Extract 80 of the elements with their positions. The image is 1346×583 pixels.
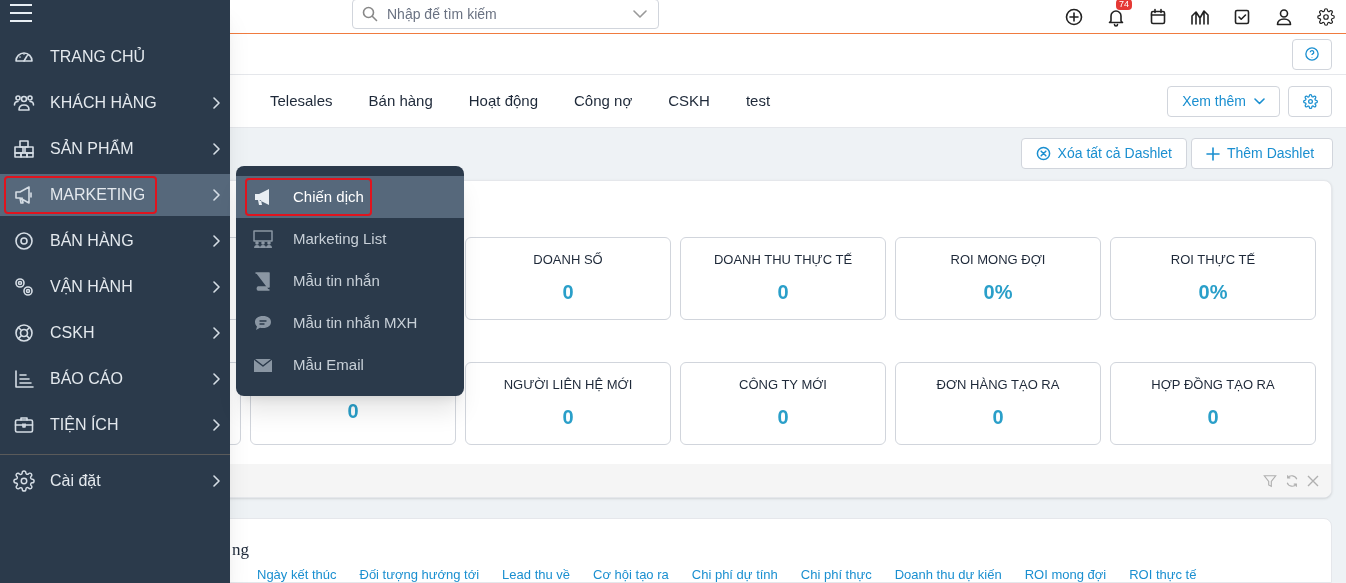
add-icon[interactable] xyxy=(1064,6,1084,27)
stat-value: 0 xyxy=(347,398,359,424)
stat-value: 0 xyxy=(777,405,789,431)
help-icon xyxy=(1305,47,1319,61)
stat-label: CÔNG TY MỚI xyxy=(739,375,827,394)
lifebuoy-icon xyxy=(13,322,35,344)
stat-label: HỢP ĐỒNG TẠO RA xyxy=(1151,375,1275,394)
menu-icon[interactable] xyxy=(9,3,33,23)
stat-label: DOANH THU THỰC TẾ xyxy=(713,250,853,269)
sidebar-item[interactable]: TRANG CHỦ xyxy=(0,36,230,78)
help-button[interactable] xyxy=(1292,38,1332,70)
gears-icon xyxy=(13,276,35,298)
highlight-outline: Chiến dịch xyxy=(245,178,372,216)
column-header[interactable]: Cơ hội tạo ra xyxy=(593,565,669,583)
calendar-icon[interactable] xyxy=(1148,6,1168,27)
bar-chart-icon xyxy=(13,368,35,390)
stat-value: 0 xyxy=(562,280,574,306)
add-dashlet-button[interactable]: Thêm Dashlet xyxy=(1191,138,1333,169)
tab[interactable]: Bán hàng xyxy=(350,75,451,127)
settings-icon xyxy=(13,470,35,492)
notification-count-badge: 74 xyxy=(1116,0,1132,10)
submenu-item[interactable]: Mẫu Email xyxy=(236,344,464,386)
chevron-down-icon[interactable] xyxy=(633,8,647,19)
tab[interactable]: Hoạt động xyxy=(450,75,556,127)
column-header[interactable]: Đối tượng hướng tới xyxy=(359,565,480,583)
stat-value: 0% xyxy=(1198,280,1228,306)
tab[interactable]: Telesales xyxy=(252,75,351,127)
search-icon xyxy=(362,5,378,22)
highlight-outline: MARKETING xyxy=(4,176,158,214)
plus-icon xyxy=(1206,146,1220,161)
user-icon[interactable] xyxy=(1274,6,1294,27)
remove-icon xyxy=(1035,146,1051,161)
tab-settings-button[interactable] xyxy=(1288,85,1332,117)
column-header[interactable]: Chi phí dự tính xyxy=(691,565,778,583)
stat-label: ROI THỰC TẾ xyxy=(1170,250,1256,269)
settings-icon[interactable] xyxy=(1317,7,1335,26)
boxes-icon xyxy=(13,138,35,160)
sidebar-item[interactable]: BÁN HÀNG xyxy=(0,220,230,262)
briefcase-icon xyxy=(13,414,35,436)
column-header[interactable]: Lead thu về xyxy=(502,565,571,583)
stat-label: ROI MONG ĐỢI xyxy=(950,250,1046,269)
column-header[interactable]: ROI mong đợi xyxy=(1024,565,1107,583)
sidebar-item[interactable]: VẬN HÀNH xyxy=(0,266,230,308)
tab[interactable]: test xyxy=(727,75,789,127)
target-icon xyxy=(13,230,35,252)
search-field[interactable]: Nhập để tìm kiếm xyxy=(352,0,659,29)
submenu-item[interactable]: Mẫu tin nhắn MXH xyxy=(236,302,464,344)
column-header[interactable]: Ngày kết thúc xyxy=(257,565,337,583)
sidebar-item[interactable]: BÁO CÁO xyxy=(0,358,230,400)
tab[interactable]: CSKH xyxy=(650,75,728,127)
megaphone-icon xyxy=(13,184,35,206)
sidebar-item[interactable]: Cài đặt xyxy=(0,460,230,502)
more-dropdown[interactable]: Xem thêm xyxy=(1167,85,1280,117)
stat-value: 0 xyxy=(1207,405,1219,431)
stat-value: 0% xyxy=(983,280,1013,306)
stat-value: 0 xyxy=(562,405,574,431)
submenu-item[interactable]: Chiến dịch xyxy=(236,176,464,218)
dashlet-title: ng xyxy=(232,539,249,561)
sidebar-item[interactable]: MARKETING xyxy=(0,174,230,216)
settings-icon xyxy=(1302,93,1318,109)
column-header[interactable]: ROI thực tế xyxy=(1129,565,1197,583)
people-icon xyxy=(13,92,35,114)
stat-value: 0 xyxy=(992,405,1004,431)
chevron-down-icon xyxy=(1254,97,1265,105)
submenu-item[interactable]: Marketing List xyxy=(236,218,464,260)
chat-bubble-icon xyxy=(253,313,273,333)
group-icon xyxy=(253,229,273,249)
submenu-item[interactable]: Mẫu tin nhắn xyxy=(236,260,464,302)
column-header[interactable]: Chi phí thực xyxy=(800,565,872,583)
stat-label: ĐƠN HÀNG TẠO RA xyxy=(936,375,1060,394)
tab[interactable]: Công nợ xyxy=(556,75,651,127)
sidebar-item[interactable]: KHÁCH HÀNG xyxy=(0,82,230,124)
sidebar-item[interactable]: CSKH xyxy=(0,312,230,354)
column-header[interactable]: Doanh thu dự kiến xyxy=(894,565,1002,583)
sidebar-item[interactable]: TIỆN ÍCH xyxy=(0,404,230,446)
stat-label: NGƯỜI LIÊN HỆ MỚI xyxy=(503,375,633,394)
sidebar-item[interactable]: SẢN PHẨM xyxy=(0,128,230,170)
stat-label: DOANH SỐ xyxy=(533,250,603,269)
stat-value: 0 xyxy=(777,280,789,306)
remove-all-dashlets-button[interactable]: Xóa tất cả Dashlet xyxy=(1020,138,1187,169)
